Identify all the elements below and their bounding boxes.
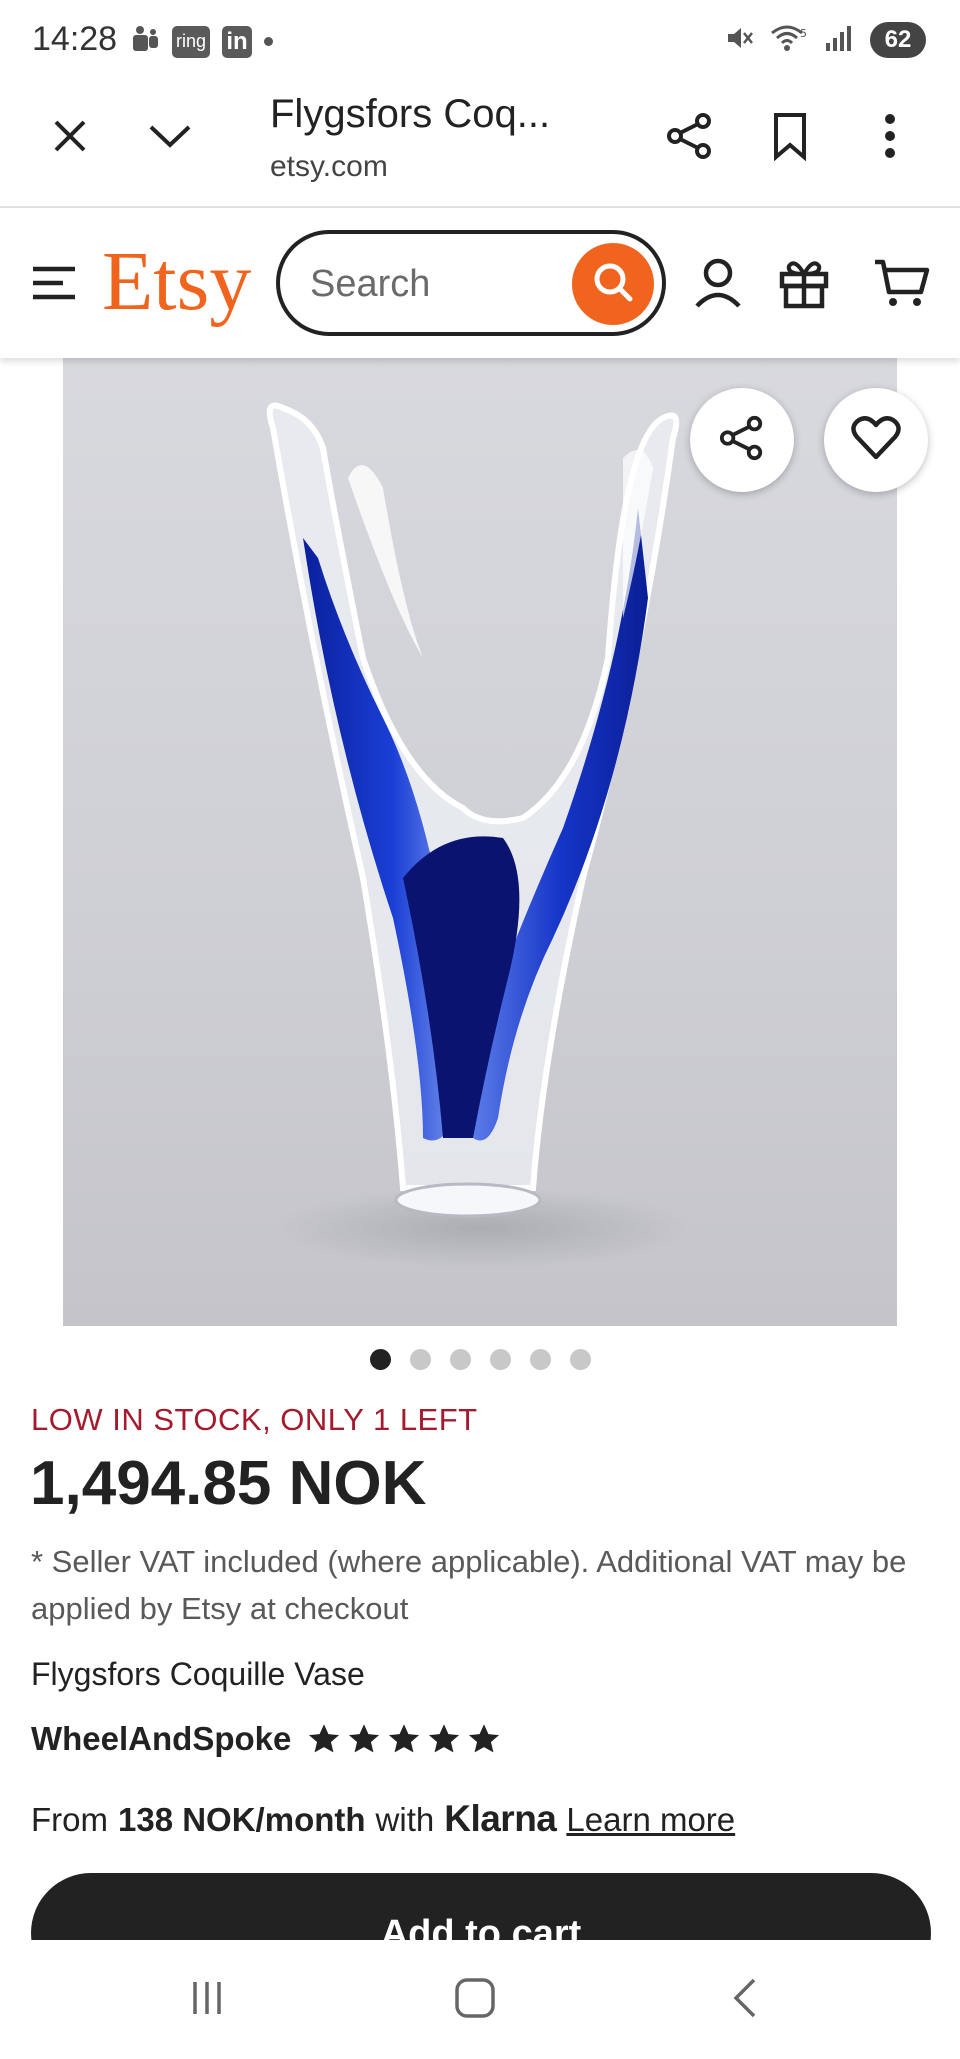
battery-indicator: 62 <box>870 22 926 58</box>
star-icon <box>469 1724 500 1753</box>
linkedin-icon: in <box>222 25 253 58</box>
account-icon[interactable] <box>688 253 748 313</box>
search-bar <box>276 230 666 336</box>
carousel-dot[interactable] <box>450 1349 471 1370</box>
browser-toolbar: Flygsfors Coq... etsy.com <box>0 82 960 208</box>
menu-icon[interactable] <box>24 253 84 313</box>
search-button[interactable] <box>572 243 654 325</box>
cart-icon[interactable] <box>872 253 932 313</box>
home-icon[interactable] <box>440 1968 510 2028</box>
status-bar: 14:28 ring in 5 62 <box>0 0 960 82</box>
carousel-dot[interactable] <box>410 1349 431 1370</box>
etsy-logo[interactable]: Etsy <box>102 240 251 324</box>
share-icon <box>718 414 766 467</box>
financing-prefix: From <box>31 1801 108 1838</box>
mute-icon <box>724 23 754 58</box>
svg-text:5: 5 <box>800 27 807 40</box>
more-options-icon[interactable] <box>860 106 920 166</box>
android-nav-bar <box>0 1940 960 2059</box>
star-icon <box>349 1724 380 1753</box>
product-price: 1,494.85 NOK <box>30 1449 427 1518</box>
notification-dot-icon <box>264 37 274 46</box>
search-icon <box>590 259 636 310</box>
vase-image <box>266 402 693 1268</box>
star-icon <box>429 1724 460 1753</box>
image-carousel-dots <box>370 1349 591 1370</box>
close-icon[interactable] <box>40 106 100 166</box>
share-image-button[interactable] <box>690 388 794 492</box>
teams-icon <box>130 24 160 59</box>
signal-icon <box>824 23 854 58</box>
financing-amount: 138 NOK/month <box>118 1801 366 1838</box>
back-icon[interactable] <box>710 1968 780 2028</box>
share-icon[interactable] <box>660 106 720 166</box>
shop-name-link[interactable]: WheelAndSpoke <box>31 1720 291 1758</box>
product-title: Flygsfors Coquille Vase <box>31 1656 365 1692</box>
chevron-down-icon[interactable] <box>140 106 200 166</box>
ring-icon: ring <box>172 25 211 58</box>
financing-with: with <box>375 1801 435 1838</box>
vat-note: * Seller VAT included (where applicable)… <box>31 1544 907 1626</box>
status-time: 14:28 <box>32 20 118 58</box>
favorite-button[interactable] <box>824 388 928 492</box>
star-icon <box>389 1724 420 1753</box>
etsy-header: Etsy <box>0 208 960 358</box>
page-domain[interactable]: etsy.com <box>270 150 388 184</box>
carousel-dot[interactable] <box>490 1349 511 1370</box>
carousel-dot[interactable] <box>370 1349 391 1370</box>
rating-stars[interactable] <box>307 1723 501 1755</box>
klarna-financing: From 138 NOK/month with Klarna Learn mor… <box>31 1798 735 1840</box>
learn-more-link[interactable]: Learn more <box>566 1801 735 1839</box>
wifi-icon: 5 <box>770 23 808 58</box>
gift-icon[interactable] <box>774 253 834 313</box>
heart-icon <box>851 415 901 466</box>
star-icon <box>309 1724 340 1753</box>
product-image[interactable] <box>63 358 897 1326</box>
bookmark-icon[interactable] <box>760 106 820 166</box>
stock-notice: LOW IN STOCK, ONLY 1 LEFT <box>31 1402 478 1437</box>
shop-row: WheelAndSpoke <box>31 1720 501 1758</box>
recent-apps-icon[interactable] <box>172 1968 242 2028</box>
carousel-dot[interactable] <box>530 1349 551 1370</box>
carousel-dot[interactable] <box>570 1349 591 1370</box>
page-title: Flygsfors Coq... <box>270 92 551 136</box>
search-input[interactable] <box>310 256 550 312</box>
klarna-logo: Klarna <box>444 1798 557 1839</box>
